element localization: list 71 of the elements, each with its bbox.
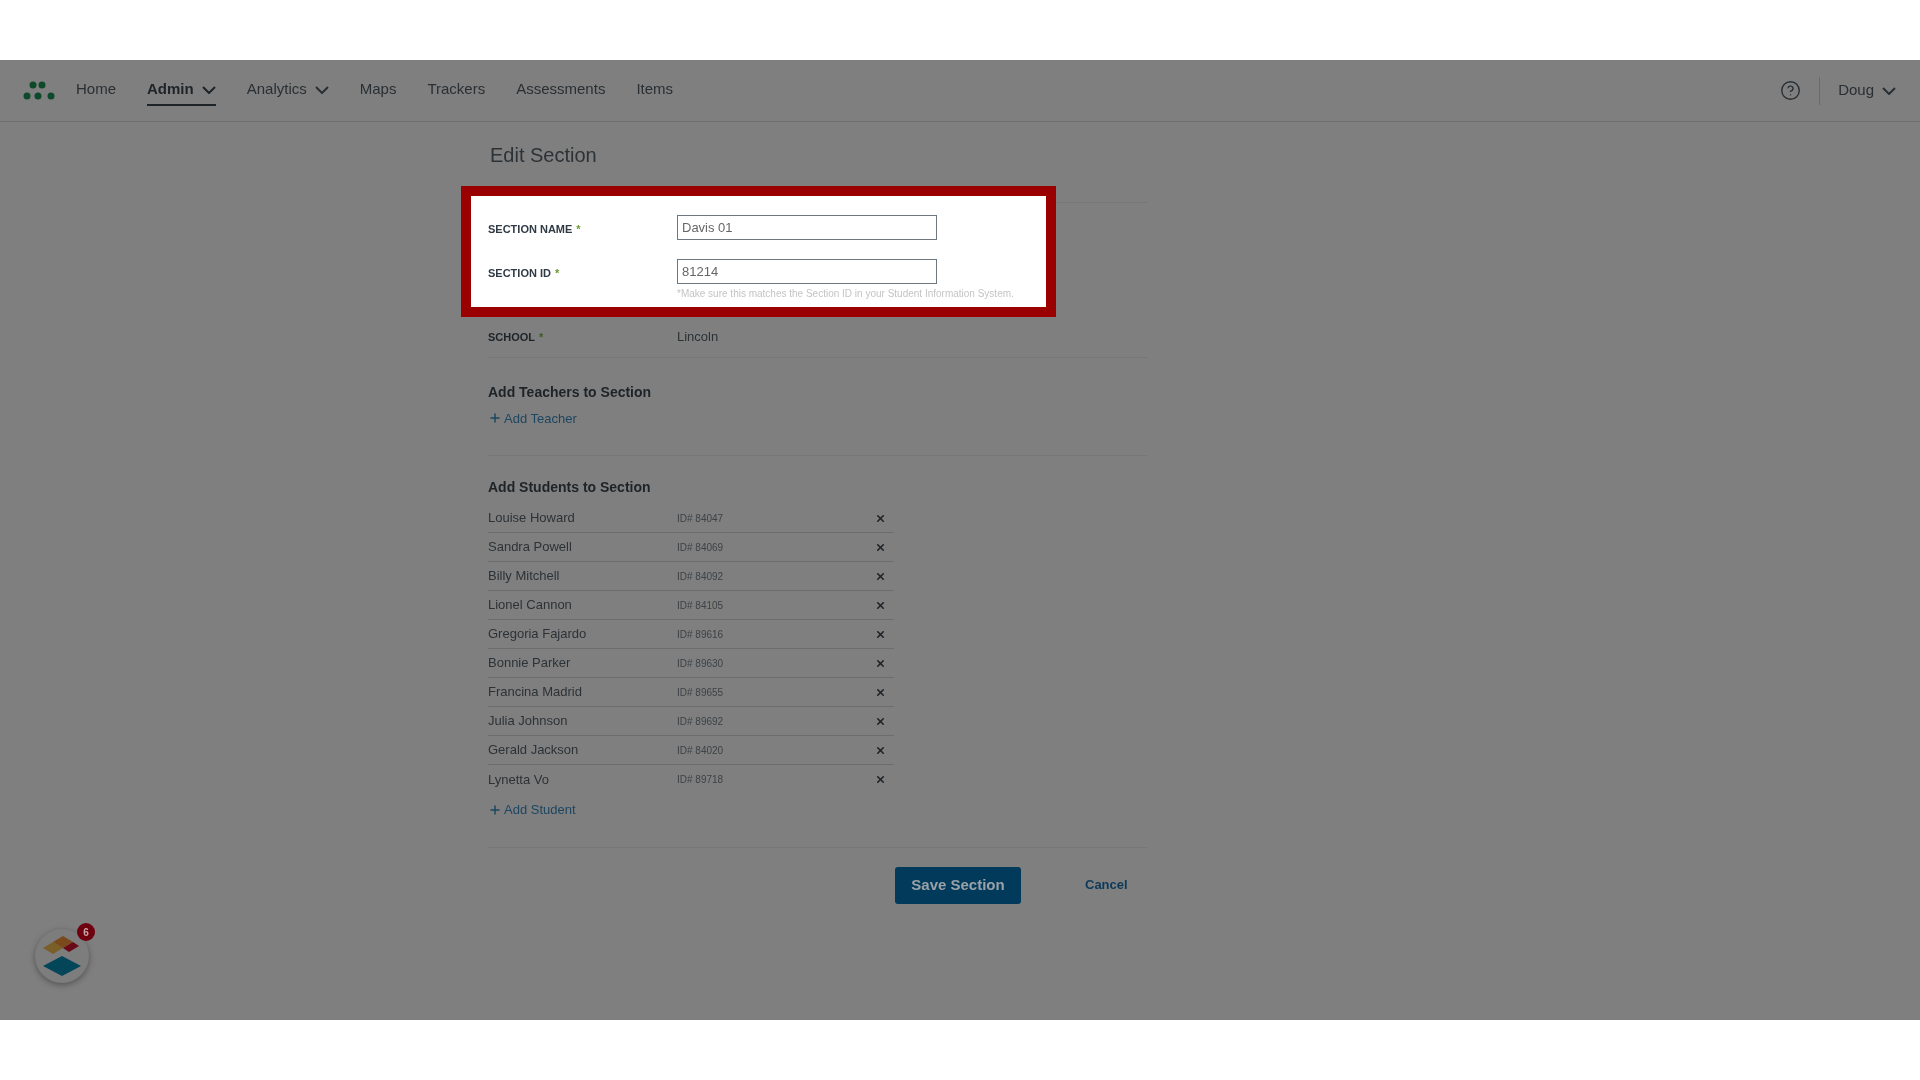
add-teacher-link[interactable]: Add Teacher bbox=[488, 408, 577, 428]
student-name: Sandra Powell bbox=[488, 538, 573, 557]
nav-tab[interactable]: Maps bbox=[359, 75, 397, 106]
text-field[interactable]: 81214 bbox=[677, 259, 937, 284]
student-id: ID# 84047 bbox=[677, 511, 724, 526]
close-icon bbox=[875, 570, 886, 582]
close-icon bbox=[875, 541, 886, 553]
remove-button[interactable] bbox=[875, 541, 886, 553]
remove-button[interactable] bbox=[875, 715, 886, 727]
student-id: ID# 89630 bbox=[677, 656, 724, 671]
student-name: Bonnie Parker bbox=[488, 654, 572, 673]
student-name: Lionel Cannon bbox=[488, 596, 573, 615]
student-name: Billy Mitchell bbox=[488, 567, 561, 586]
student-id: ID# 89718 bbox=[677, 773, 724, 787]
save-button[interactable]: Save Section bbox=[895, 866, 1021, 904]
student-id: ID# 84092 bbox=[677, 569, 724, 584]
nav-tab[interactable]: Items bbox=[636, 75, 674, 106]
cancel-link[interactable]: Cancel bbox=[1085, 875, 1128, 895]
required-mark: * bbox=[554, 266, 560, 281]
student-name: Lynetta Vo bbox=[488, 770, 550, 789]
student-name: Francina Madrid bbox=[488, 683, 583, 702]
school-value: Lincoln bbox=[677, 328, 719, 346]
student-id: ID# 84105 bbox=[677, 598, 724, 613]
nav-tab[interactable]: Admin bbox=[147, 75, 216, 106]
close-icon bbox=[875, 628, 886, 640]
remove-button[interactable] bbox=[875, 628, 886, 640]
close-icon bbox=[875, 657, 886, 669]
close-icon bbox=[875, 715, 886, 727]
diamond-logo-icon bbox=[41, 936, 83, 976]
launcher-button[interactable] bbox=[35, 929, 89, 983]
student-id: ID# 89655 bbox=[677, 685, 724, 700]
required-mark: * bbox=[576, 222, 581, 237]
nav-tab[interactable]: Analytics bbox=[246, 75, 329, 106]
section-heading: Add Teachers to Section bbox=[488, 382, 653, 402]
student-id: ID# 84069 bbox=[677, 540, 724, 555]
user-menu[interactable]: Doug bbox=[1838, 79, 1896, 102]
field-label: SCHOOL bbox=[488, 330, 536, 345]
field-label: SECTION NAME bbox=[488, 222, 573, 237]
remove-button[interactable] bbox=[875, 599, 886, 611]
nav-tab[interactable]: Home bbox=[76, 75, 116, 106]
required-mark: * bbox=[539, 330, 544, 345]
page-title: Edit Section bbox=[490, 143, 598, 168]
nav-tab[interactable]: Assessments bbox=[516, 75, 606, 106]
student-name: Gerald Jackson bbox=[488, 741, 580, 760]
close-icon bbox=[875, 744, 886, 756]
text-field[interactable]: Davis 01 bbox=[677, 215, 937, 240]
plus-icon bbox=[488, 802, 502, 817]
remove-button[interactable] bbox=[875, 570, 886, 582]
student-name: Gregoria Fajardo bbox=[488, 625, 588, 644]
chevron-down-icon bbox=[1882, 86, 1896, 95]
remove-button[interactable] bbox=[875, 657, 886, 669]
close-icon bbox=[875, 686, 886, 698]
remove-button[interactable] bbox=[875, 686, 886, 698]
notification-badge: 6 bbox=[77, 923, 95, 941]
student-name: Louise Howard bbox=[488, 509, 576, 528]
section-heading: Add Students to Section bbox=[488, 478, 652, 497]
plus-icon bbox=[488, 411, 502, 426]
field-label: SECTION ID bbox=[488, 266, 551, 281]
nav-tab[interactable]: Trackers bbox=[427, 75, 486, 106]
close-icon bbox=[875, 599, 886, 611]
student-id: ID# 84020 bbox=[677, 743, 724, 758]
remove-button[interactable] bbox=[875, 512, 886, 524]
student-id: ID# 89692 bbox=[677, 714, 724, 729]
add-student-link[interactable]: Add Student bbox=[488, 800, 576, 820]
student-id: ID# 89616 bbox=[677, 627, 724, 642]
help-icon[interactable] bbox=[1780, 80, 1802, 101]
close-icon bbox=[875, 512, 886, 524]
remove-button[interactable] bbox=[875, 774, 886, 785]
close-icon bbox=[875, 774, 886, 785]
student-name: Julia Johnson bbox=[488, 712, 569, 731]
remove-button[interactable] bbox=[875, 744, 886, 756]
